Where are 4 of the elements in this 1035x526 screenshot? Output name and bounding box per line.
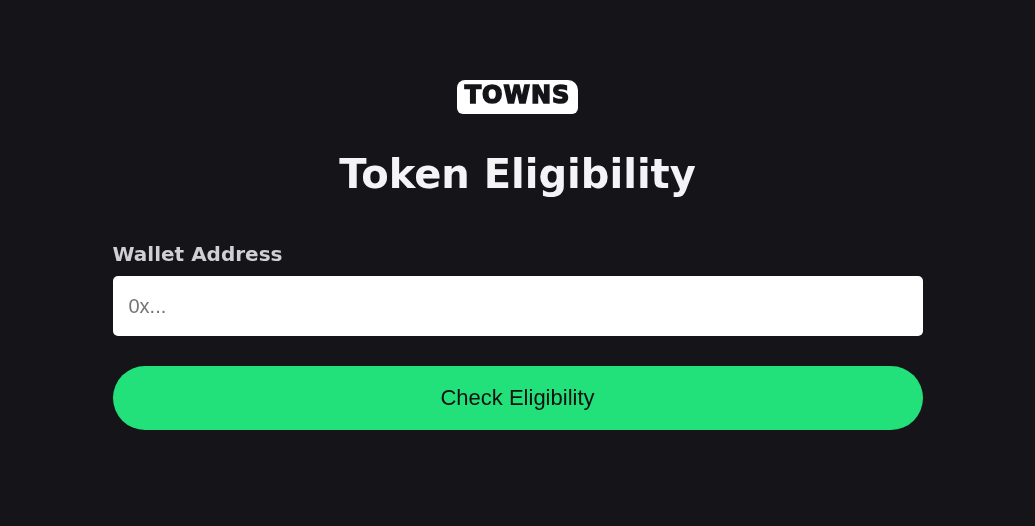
page-title: Token Eligibility [339,150,696,199]
check-eligibility-button[interactable]: Check Eligibility [112,366,923,430]
input-field[interactable]: 0x... [112,276,923,336]
field-label: Wallet Address [112,241,284,268]
